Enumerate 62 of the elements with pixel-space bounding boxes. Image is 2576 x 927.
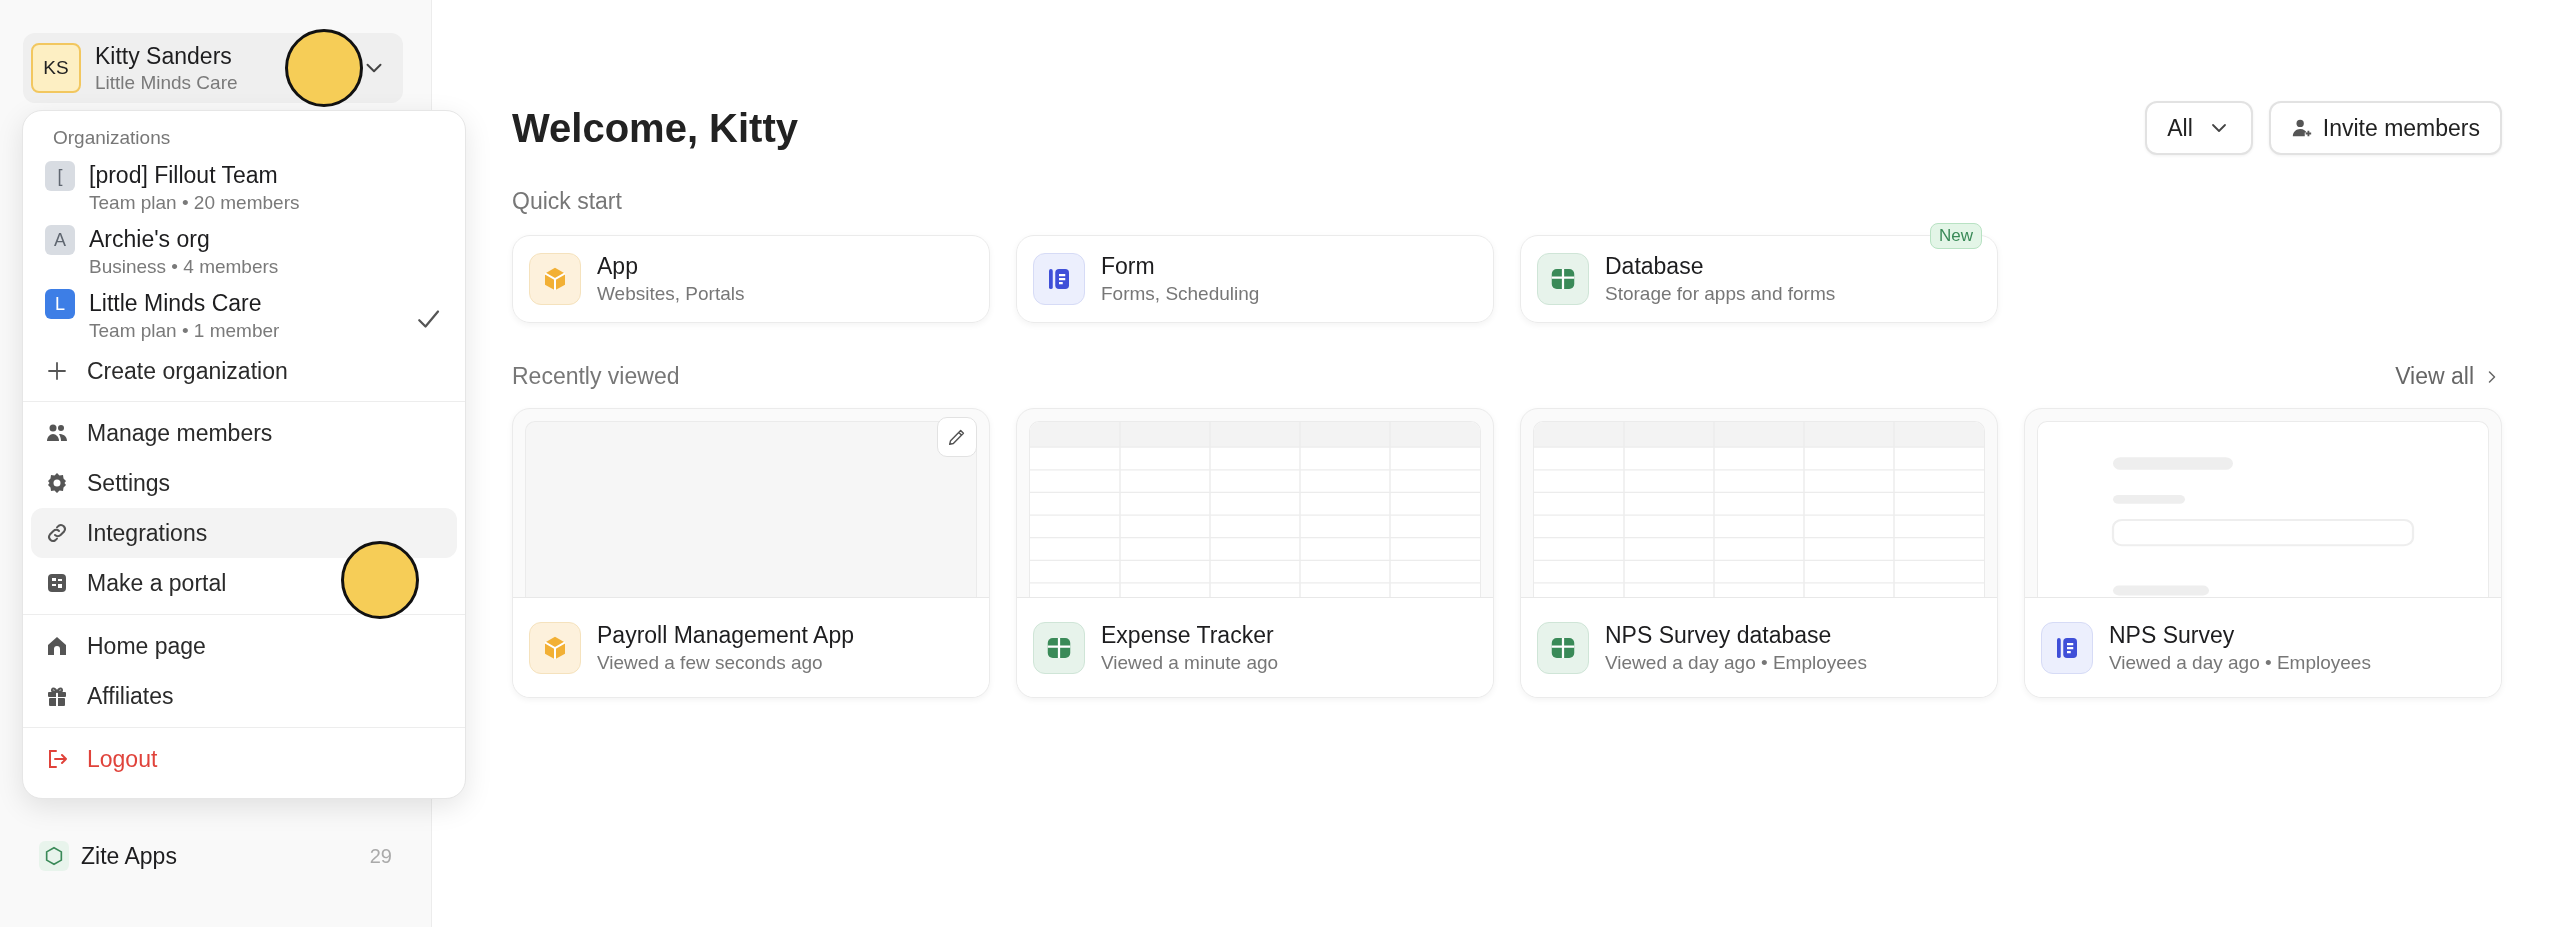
organization-name: Archie's org xyxy=(89,226,211,253)
grid-icon xyxy=(45,571,69,595)
home-icon xyxy=(45,634,69,658)
menu-item[interactable]: Affiliates xyxy=(31,671,457,721)
view-all-link[interactable]: View all xyxy=(2395,363,2502,390)
organization-details: Team plan • 1 member xyxy=(89,320,281,342)
avatar: KS xyxy=(31,43,81,93)
card-title: Payroll Management App xyxy=(597,621,854,649)
card-subtitle: Viewed a few seconds ago xyxy=(597,651,824,674)
card-subtitle: Viewed a minute ago xyxy=(1101,651,1279,674)
cube-outline-icon xyxy=(43,845,65,867)
organization-name: Little Minds Care xyxy=(95,71,239,94)
account-name: Kitty Sanders xyxy=(95,42,233,70)
recent-item-card[interactable]: Expense Tracker Viewed a minute ago xyxy=(1016,408,1494,698)
card-subtitle: Viewed a day ago • Employees xyxy=(2109,651,2371,674)
menu-item[interactable]: Settings xyxy=(31,458,457,508)
settings-icon xyxy=(45,471,69,495)
link-icon xyxy=(45,521,69,545)
sidebar-item-label: Zite Apps xyxy=(81,842,178,870)
menu-item[interactable]: Integrations xyxy=(31,508,457,558)
organization-avatar: A xyxy=(45,225,75,255)
create-organization-item[interactable]: Create organization xyxy=(31,349,457,393)
section-heading: Quick start xyxy=(512,188,623,215)
menu-item[interactable]: Manage members xyxy=(31,408,457,458)
recent-item-card[interactable]: NPS Survey database Viewed a day ago • Employees xyxy=(1520,408,1998,698)
organization-name: Little Minds Care xyxy=(89,290,263,317)
card-title: Database xyxy=(1605,253,1705,280)
edit-button[interactable] xyxy=(937,417,977,457)
new-badge: New xyxy=(1930,223,1982,249)
organization-details: Business • 4 members xyxy=(89,256,280,278)
item-count: 29 xyxy=(369,844,392,868)
plus-icon xyxy=(45,359,69,383)
organization-item[interactable]: A Archie's org Business • 4 members xyxy=(31,221,457,285)
card-subtitle: Forms, Scheduling xyxy=(1101,283,1260,305)
filter-dropdown[interactable]: All xyxy=(2145,101,2253,155)
menu-item[interactable]: Make a portal xyxy=(31,558,457,608)
card-subtitle: Websites, Portals xyxy=(597,283,745,305)
organization-avatar: [ xyxy=(45,161,75,191)
card-title: App xyxy=(597,253,639,280)
organization-name: [prod] Fillout Team xyxy=(89,162,279,189)
card-title: Form xyxy=(1101,253,1156,280)
organization-item[interactable]: [ [prod] Fillout Team Team plan • 20 members xyxy=(31,157,457,221)
organization-avatar: L xyxy=(45,289,75,319)
page-title: Welcome, Kitty xyxy=(512,105,798,151)
menu-item[interactable]: Home page xyxy=(31,621,457,671)
recent-item-card[interactable]: NPS Survey Viewed a day ago • Employees xyxy=(2024,408,2502,698)
card-title: NPS Survey database xyxy=(1605,621,1833,649)
recent-item-card[interactable]: Payroll Management App Viewed a few seconds ago xyxy=(512,408,990,698)
quick-start-card[interactable]: App Websites, Portals xyxy=(512,235,990,323)
person-add-icon xyxy=(2290,117,2313,139)
invite-members-button[interactable]: Invite members xyxy=(2268,101,2502,155)
card-subtitle: Storage for apps and forms xyxy=(1605,283,1836,305)
organization-item[interactable]: L Little Minds Care Team plan • 1 member xyxy=(31,285,457,349)
card-title: NPS Survey xyxy=(2109,621,2236,649)
card-subtitle: Viewed a day ago • Employees xyxy=(1605,651,1867,674)
section-heading: Recently viewed xyxy=(512,363,680,390)
section-heading: Organizations xyxy=(52,127,172,150)
organization-details: Team plan • 20 members xyxy=(89,192,301,214)
sidebar-item[interactable]: Zite Apps 29 xyxy=(23,839,408,873)
quick-start-card[interactable]: Form Forms, Scheduling xyxy=(1016,235,1494,323)
menu-item[interactable]: Logout xyxy=(31,734,457,784)
card-title: Expense Tracker xyxy=(1101,621,1275,649)
